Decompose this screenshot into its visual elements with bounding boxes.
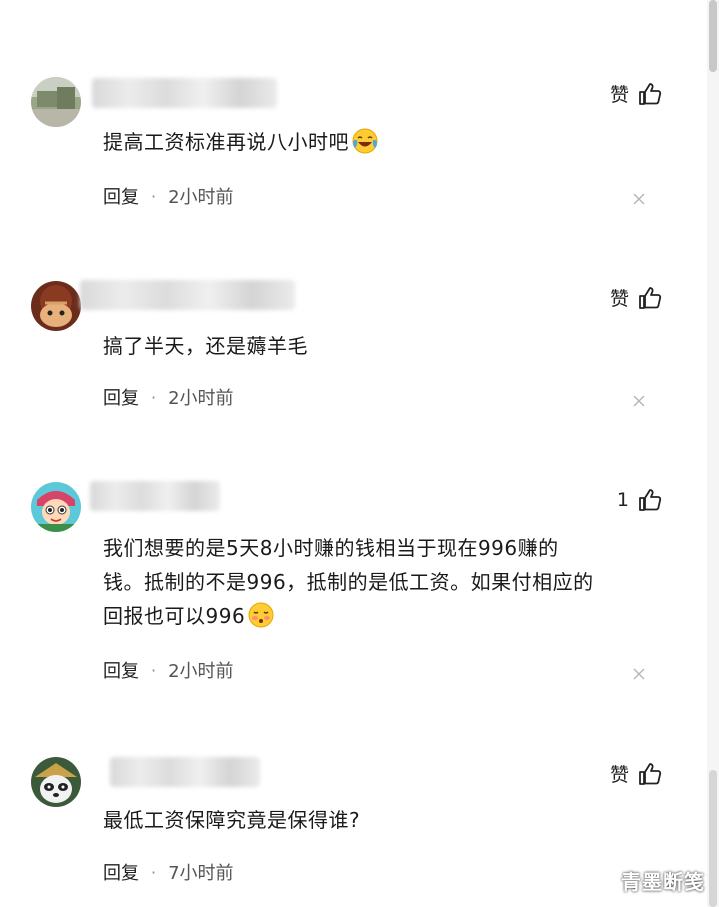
comment-text-content: 搞了半天，还是薅羊毛 [103, 334, 308, 358]
comment-text: 搞了半天，还是薅羊毛 [103, 329, 673, 363]
cartoon-girl-avatar-icon[interactable] [31, 482, 81, 532]
close-icon[interactable] [632, 667, 646, 681]
like-label: 赞 [609, 288, 629, 310]
close-icon[interactable] [632, 394, 646, 408]
shy-face-emoji-icon [248, 602, 274, 628]
separator-dot: · [151, 186, 157, 206]
comment-meta: 回复 · 2小时前 [103, 384, 234, 410]
scrollbar-thumb[interactable] [709, 0, 717, 72]
reply-button[interactable]: 回复 [103, 859, 139, 885]
like-button[interactable]: 赞 [610, 80, 663, 107]
comment-text: 最低工资保障究竟是保得谁? [103, 803, 673, 837]
thumb-up-icon [639, 82, 662, 105]
reply-button[interactable]: 回复 [103, 657, 139, 683]
separator-dot: · [151, 862, 157, 882]
comment-meta: 回复 · 7小时前 [103, 859, 234, 885]
comment-meta: 回复 · 2小时前 [103, 183, 234, 209]
landscape-avatar-icon[interactable] [31, 77, 81, 127]
reply-button[interactable]: 回复 [103, 384, 139, 410]
character-avatar-icon[interactable] [31, 281, 81, 331]
scrollbar[interactable] [707, 0, 719, 907]
reply-button[interactable]: 回复 [103, 183, 139, 209]
timestamp: 7小时前 [168, 863, 234, 884]
separator-dot: · [151, 660, 157, 680]
like-count: 1 [616, 489, 629, 511]
comment-text-line: 我们想要的是5天8小时赚的钱相当于现在996赚的 [103, 536, 559, 560]
comment-text: 提高工资标准再说八小时吧 [103, 125, 673, 159]
close-icon[interactable] [632, 192, 646, 206]
like-label: 赞 [609, 84, 629, 106]
like-button[interactable]: 1 [617, 487, 663, 513]
comment-text-line: 回报也可以996 [103, 599, 673, 633]
like-label: 赞 [609, 764, 629, 786]
username-blurred [92, 78, 277, 108]
watermark: 青墨断笺 [621, 870, 705, 894]
scrollbar-track-lower [709, 770, 717, 907]
thumb-up-icon [639, 762, 662, 785]
comment-text-line: 钱。抵制的不是996，抵制的是低工资。如果付相应的 [103, 570, 594, 594]
comment-text-content: 回报也可以996 [103, 604, 246, 628]
username-blurred [110, 757, 260, 787]
username-blurred [80, 280, 295, 310]
timestamp: 2小时前 [168, 187, 234, 208]
panda-avatar-icon[interactable] [31, 757, 81, 807]
like-button[interactable]: 赞 [610, 284, 663, 311]
timestamp: 2小时前 [168, 388, 234, 409]
comment-meta: 回复 · 2小时前 [103, 657, 234, 683]
comment-text-content: 最低工资保障究竟是保得谁? [103, 808, 361, 832]
thumb-up-icon [639, 489, 662, 511]
like-button[interactable]: 赞 [610, 760, 663, 787]
separator-dot: · [151, 387, 157, 407]
thumb-up-icon [639, 286, 662, 309]
comment-text-content: 提高工资标准再说八小时吧 [103, 130, 349, 154]
username-blurred [90, 481, 220, 511]
comment-text: 我们想要的是5天8小时赚的钱相当于现在996赚的 钱。抵制的不是996，抵制的是… [103, 531, 673, 633]
crying-laughing-emoji-icon [352, 128, 378, 154]
timestamp: 2小时前 [168, 661, 234, 682]
